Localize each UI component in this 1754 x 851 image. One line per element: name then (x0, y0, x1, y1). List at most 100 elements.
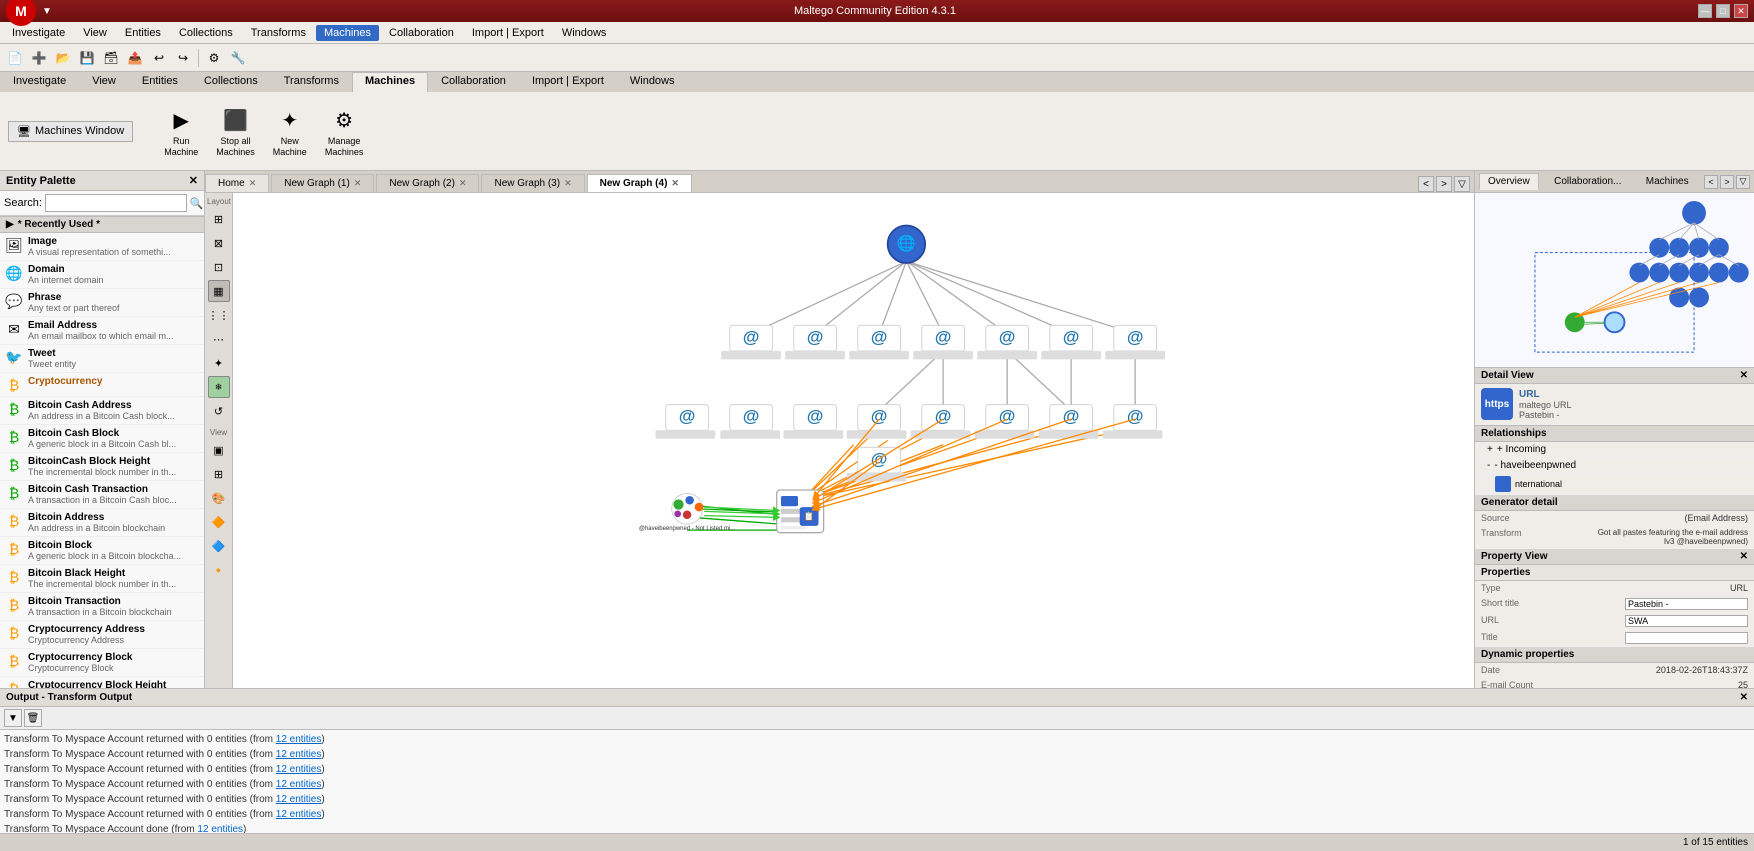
palette-item-btc-address[interactable]: ₿ Bitcoin Address An address in a Bitcoi… (0, 509, 204, 537)
layout-btn-3[interactable]: ⊡ (208, 256, 230, 278)
maximize-button[interactable]: □ (1716, 4, 1730, 18)
freeze-button[interactable]: ❄ (208, 376, 230, 398)
menu-view[interactable]: View (75, 25, 115, 41)
palette-item-crypto-block-height[interactable]: ₿ Cryptocurrency Block Height The increm… (0, 677, 204, 688)
right-nav-prev[interactable]: < (1704, 175, 1718, 189)
palette-item-btc-block[interactable]: ₿ Bitcoin Block A generic block in a Bit… (0, 537, 204, 565)
graph-tab-home[interactable]: Home ✕ (205, 174, 269, 192)
menu-transforms[interactable]: Transforms (243, 25, 314, 41)
graph-nav-next[interactable]: > (1436, 176, 1452, 192)
view-btn-2[interactable]: ⊞ (208, 463, 230, 485)
menu-entities[interactable]: Entities (117, 25, 169, 41)
palette-item-bch-block[interactable]: ₿ Bitcoin Cash Block A generic block in … (0, 425, 204, 453)
tab3-close[interactable]: ✕ (564, 178, 572, 189)
palette-item-btc-height[interactable]: ₿ Bitcoin Black Height The incremental b… (0, 565, 204, 593)
layout-btn-2[interactable]: ⊠ (208, 232, 230, 254)
search-input[interactable] (45, 194, 187, 212)
tab-collaboration[interactable]: Collaboration... (1545, 173, 1630, 190)
detail-view-close[interactable]: ✕ (1740, 370, 1748, 381)
layout-btn-1[interactable]: ⊞ (208, 208, 230, 230)
properties-section-header[interactable]: Properties (1475, 565, 1754, 581)
palette-item-cryptocurrency[interactable]: ₿ Cryptocurrency (0, 373, 204, 397)
palette-item-bch-height[interactable]: ₿ BitcoinCash Block Height The increment… (0, 453, 204, 481)
layout-btn-5[interactable]: ⋮⋮ (208, 304, 230, 326)
title-prop-input[interactable] (1625, 632, 1748, 644)
output-link-6[interactable]: 12 entities (276, 809, 322, 820)
machines-window-button[interactable]: 🖥 Machines Window (8, 121, 133, 142)
short-title-input[interactable] (1625, 598, 1748, 610)
menu-collaboration[interactable]: Collaboration (381, 25, 462, 41)
palette-close-icon[interactable]: ✕ (189, 174, 198, 187)
graph-canvas[interactable]: HAVE I BEEN PWNED (233, 193, 1474, 688)
manage-machines-button[interactable]: ⚙ ManageMachines (318, 100, 371, 162)
haveibeenpwned-rel-item[interactable]: - - haveibeenpwned (1475, 458, 1754, 474)
tab-overview[interactable]: Overview (1479, 173, 1539, 190)
palette-item-email[interactable]: ✉ Email Address An email mailbox to whic… (0, 317, 204, 345)
layout-btn-6[interactable]: ⋯ (208, 328, 230, 350)
output-link-3[interactable]: 12 entities (276, 764, 322, 775)
new-machine-button[interactable]: ✦ NewMachine (266, 100, 314, 162)
generator-header[interactable]: Generator detail (1475, 495, 1754, 511)
view-btn-4[interactable]: 🔶 (208, 511, 230, 533)
menu-windows[interactable]: Windows (554, 25, 615, 41)
view-btn-3[interactable]: 🎨 (208, 487, 230, 509)
ribbon-tab-investigate[interactable]: Investigate (0, 72, 79, 92)
toolbar-new-btn[interactable]: 📄 (4, 47, 26, 69)
toolbar-save2-btn[interactable]: 🗃 (100, 47, 122, 69)
palette-item-tweet[interactable]: 🐦 Tweet Tweet entity (0, 345, 204, 373)
tab2-close[interactable]: ✕ (459, 178, 467, 189)
toolbar-tools-btn[interactable]: 🔧 (227, 47, 249, 69)
home-tab-close[interactable]: ✕ (249, 178, 257, 189)
toolbar-undo-btn[interactable]: ↩ (148, 47, 170, 69)
layout-btn-refresh[interactable]: ↺ (208, 400, 230, 422)
menu-machines[interactable]: Machines (316, 25, 379, 41)
minimize-button[interactable]: — (1698, 4, 1712, 18)
app-menu-icon[interactable]: ▼ (42, 6, 52, 17)
toolbar-settings-btn[interactable]: ⚙ (203, 47, 225, 69)
graph-tab-4[interactable]: New Graph (4) ✕ (587, 174, 692, 192)
stop-machines-button[interactable]: ⬛ Stop allMachines (209, 100, 262, 162)
tab1-close[interactable]: ✕ (354, 178, 362, 189)
menu-collections[interactable]: Collections (171, 25, 241, 41)
output-link-4[interactable]: 12 entities (276, 779, 322, 790)
close-window-button[interactable]: ✕ (1734, 4, 1748, 18)
right-nav-expand[interactable]: ▽ (1736, 175, 1750, 189)
palette-item-domain[interactable]: 🌐 Domain An internet domain (0, 261, 204, 289)
output-clear-btn[interactable]: 🗑 (24, 709, 42, 727)
output-link-1[interactable]: 12 entities (276, 734, 322, 745)
palette-item-bch-tx[interactable]: ₿ Bitcoin Cash Transaction A transaction… (0, 481, 204, 509)
palette-section-recently-used[interactable]: ▶ * Recently Used * (0, 216, 204, 233)
graph-nav-expand[interactable]: ▽ (1454, 176, 1470, 192)
output-filter-btn[interactable]: ▼ (4, 709, 22, 727)
output-link-5[interactable]: 12 entities (276, 794, 322, 805)
menu-import-export[interactable]: Import | Export (464, 25, 552, 41)
toolbar-open-btn[interactable]: 📂 (52, 47, 74, 69)
output-link-7[interactable]: 12 entities (197, 824, 243, 833)
ribbon-tab-collections[interactable]: Collections (191, 72, 271, 92)
menu-investigate[interactable]: Investigate (4, 25, 73, 41)
output-close-icon[interactable]: ✕ (1740, 692, 1748, 703)
search-icon[interactable]: 🔍 (190, 197, 204, 210)
palette-item-btc-tx[interactable]: ₿ Bitcoin Transaction A transaction in a… (0, 593, 204, 621)
graph-tab-3[interactable]: New Graph (3) ✕ (481, 174, 584, 192)
ribbon-tab-transforms[interactable]: Transforms (271, 72, 352, 92)
toolbar-export-btn[interactable]: 📤 (124, 47, 146, 69)
tab4-close[interactable]: ✕ (671, 178, 679, 189)
palette-item-bch-address[interactable]: ₿ Bitcoin Cash Address An address in a B… (0, 397, 204, 425)
layout-btn-7[interactable]: ✦ (208, 352, 230, 374)
dynamic-properties-header[interactable]: Dynamic properties (1475, 647, 1754, 663)
palette-item-phrase[interactable]: 💬 Phrase Any text or part thereof (0, 289, 204, 317)
url-prop-input[interactable] (1625, 615, 1748, 627)
incoming-rel-item[interactable]: + + Incoming (1475, 442, 1754, 458)
right-nav-next[interactable]: > (1720, 175, 1734, 189)
ribbon-tab-machines[interactable]: Machines (352, 72, 428, 92)
graph-nav-prev[interactable]: < (1418, 176, 1434, 192)
tab-machines-right[interactable]: Machines (1637, 173, 1698, 190)
palette-item-image[interactable]: 🖼 Image A visual representation of somet… (0, 233, 204, 261)
ribbon-tab-import-export[interactable]: Import | Export (519, 72, 617, 92)
relationships-header[interactable]: Relationships (1475, 426, 1754, 442)
view-btn-5[interactable]: 🔷 (208, 535, 230, 557)
view-btn-6[interactable]: 🔸 (208, 559, 230, 581)
output-link-2[interactable]: 12 entities (276, 749, 322, 760)
view-btn-1[interactable]: ▣ (208, 439, 230, 461)
